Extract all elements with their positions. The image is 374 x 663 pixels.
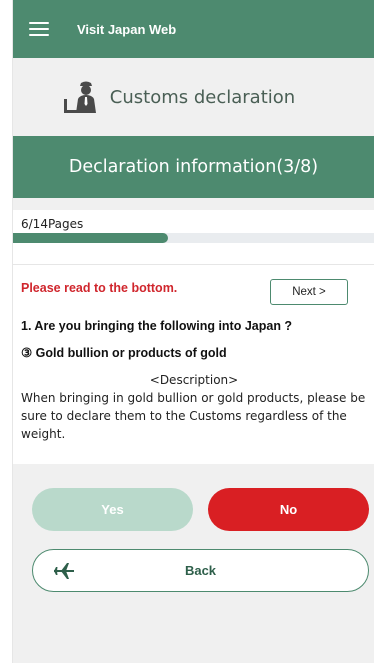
read-warning: Please read to the bottom. <box>21 281 178 295</box>
app-frame: Visit Japan Web Customs declaration Decl… <box>12 0 374 663</box>
progress-section: 6/14Pages <box>13 210 374 264</box>
declaration-content: Please read to the bottom. Next > 1. Are… <box>13 264 374 464</box>
airplane-icon <box>54 563 74 579</box>
yes-button[interactable]: Yes <box>32 488 193 531</box>
no-button[interactable]: No <box>208 488 369 531</box>
back-label: Back <box>184 563 217 578</box>
hamburger-icon[interactable] <box>29 22 49 36</box>
progress-bar <box>13 233 374 243</box>
customs-officer-icon <box>63 81 96 113</box>
back-button[interactable]: Back <box>32 549 369 592</box>
page-header: Customs declaration <box>13 58 374 136</box>
progress-fill <box>13 233 169 243</box>
top-bar: Visit Japan Web <box>13 0 374 58</box>
description-heading: <Description> <box>149 373 239 387</box>
description-text: When bringing in gold bullion or gold pr… <box>21 391 366 441</box>
question-item: ③ Gold bullion or products of gold <box>21 346 227 360</box>
page-title: Customs declaration <box>109 86 296 108</box>
section-banner: Declaration information(3/8) <box>13 136 374 198</box>
question-text: 1. Are you bringing the following into J… <box>21 319 293 333</box>
app-title: Visit Japan Web <box>77 21 177 37</box>
next-button[interactable]: Next > <box>270 279 348 305</box>
progress-label: 6/14Pages <box>21 217 84 231</box>
section-title: Declaration information(3/8) <box>68 157 319 177</box>
